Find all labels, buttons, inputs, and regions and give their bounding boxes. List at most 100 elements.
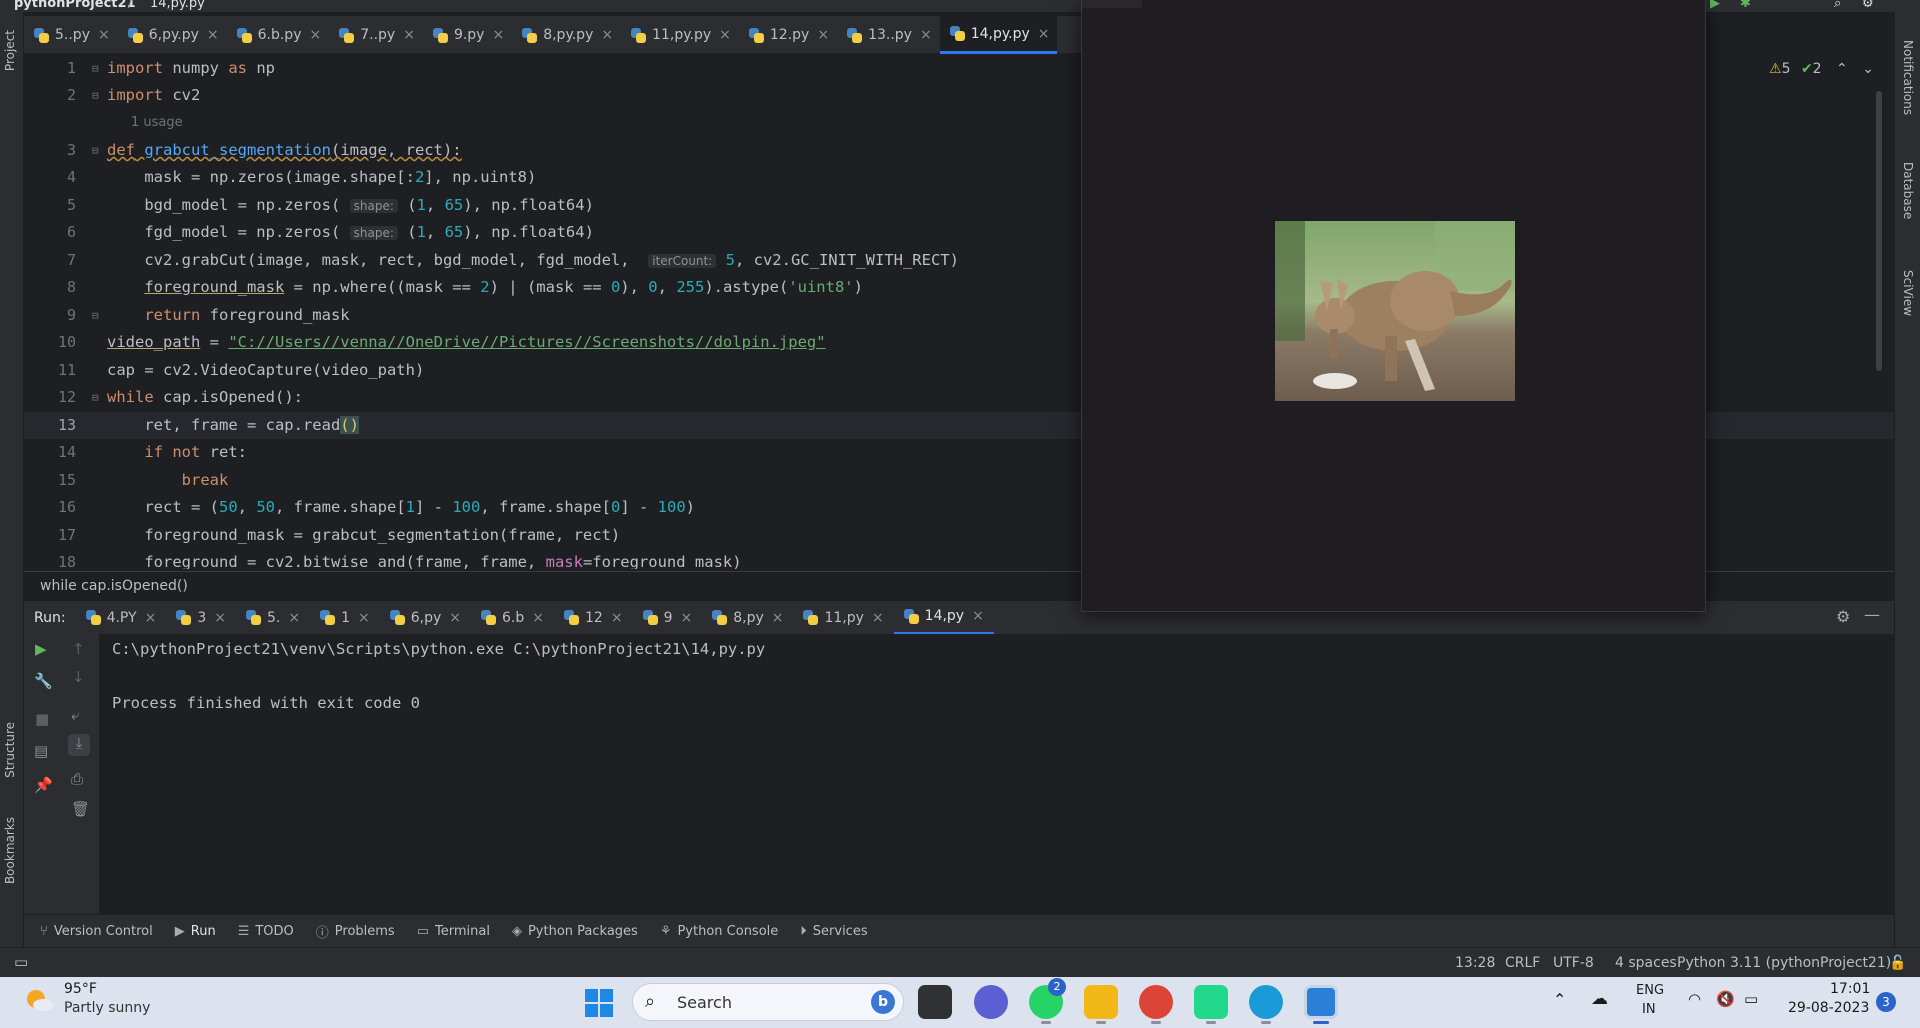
editor-tab[interactable]: 6.b.py ×	[227, 16, 330, 54]
fold-icon[interactable]: ⊟	[92, 137, 99, 164]
weather-icon[interactable]	[24, 985, 54, 1015]
editor-tab[interactable]: 13..py ×	[837, 16, 940, 54]
notifications-tool-button[interactable]: Notifications	[1901, 40, 1915, 115]
indent-setting[interactable]: 4 spaces	[1615, 955, 1677, 971]
arrow-down-icon[interactable]: ↓	[72, 668, 85, 686]
run-tab[interactable]: 1 ×	[310, 601, 380, 635]
services-tab[interactable]: ⏵ Services	[800, 924, 867, 939]
layout-icon[interactable]: ▤	[34, 742, 48, 760]
project-tool-button[interactable]: Project	[3, 30, 17, 71]
run-tab[interactable]: 5. ×	[236, 601, 310, 635]
fold-icon[interactable]: ⊟	[92, 384, 99, 411]
close-icon[interactable]: ×	[98, 27, 110, 43]
file-encoding[interactable]: UTF-8	[1553, 955, 1594, 971]
teams-chat-icon[interactable]	[974, 985, 1008, 1019]
chevron-up-icon[interactable]: ⌃	[1553, 990, 1566, 1009]
close-icon[interactable]: ×	[1038, 26, 1050, 42]
run-console[interactable]: C:\pythonProject21\venv\Scripts\python.e…	[100, 634, 1894, 914]
terminal-tab[interactable]: ▭ Terminal	[417, 924, 490, 939]
run-tab-active[interactable]: 14,py ×	[893, 601, 994, 635]
bookmarks-tool-button[interactable]: Bookmarks	[3, 817, 17, 884]
window-icon[interactable]: ▭	[14, 953, 28, 971]
close-icon[interactable]: ×	[872, 610, 884, 626]
notification-badge[interactable]: 3	[1876, 992, 1896, 1012]
close-icon[interactable]: ×	[601, 27, 613, 43]
image-preview-window[interactable]	[1081, 0, 1706, 612]
close-icon[interactable]: ×	[403, 27, 415, 43]
structure-tool-button[interactable]: Structure	[3, 722, 17, 778]
editor-tab[interactable]: 8,py.py ×	[512, 16, 621, 54]
close-icon[interactable]: ×	[288, 610, 300, 626]
fold-icon[interactable]: ⊟	[92, 302, 99, 329]
clock-time[interactable]: 17:01	[1830, 981, 1870, 997]
run-icon[interactable]: ▶	[1710, 0, 1720, 11]
close-icon[interactable]: ×	[358, 610, 370, 626]
editor-tab[interactable]: 5..py ×	[24, 16, 118, 54]
lock-icon[interactable]: 🔓	[1889, 955, 1906, 971]
debug-icon[interactable]: ✱	[1740, 0, 1751, 11]
close-icon[interactable]: ×	[920, 27, 932, 43]
sciview-tool-button[interactable]: SciView	[1901, 270, 1915, 316]
close-icon[interactable]: ×	[719, 27, 731, 43]
close-icon[interactable]: ×	[207, 27, 219, 43]
todo-tab[interactable]: ☰ TODO	[238, 924, 294, 939]
file-explorer-icon[interactable]	[1084, 985, 1118, 1019]
run-tab[interactable]: 8,py ×	[702, 601, 793, 635]
editor-tab[interactable]: 6,py.py ×	[118, 16, 227, 54]
minimize-icon[interactable]: —	[1864, 605, 1880, 624]
title-file-name[interactable]: 14,py.py	[150, 0, 205, 11]
editor-tab[interactable]: 11,py.py ×	[621, 16, 739, 54]
windows-start-icon[interactable]	[585, 989, 613, 1017]
arrow-up-icon[interactable]: ↑	[72, 640, 85, 658]
run-tool-tab[interactable]: ▶ Run	[175, 924, 216, 939]
database-tool-button[interactable]: Database	[1901, 162, 1915, 219]
run-tab[interactable]: 3 ×	[166, 601, 236, 635]
rerun-icon[interactable]: ▶	[35, 640, 47, 658]
chrome-icon[interactable]	[1139, 985, 1173, 1019]
taskbar-search[interactable]: ⌕ Search b	[632, 983, 904, 1021]
close-icon[interactable]: ×	[817, 27, 829, 43]
editor-tab[interactable]: 9.py ×	[423, 16, 512, 54]
python-packages-tab[interactable]: ◈ Python Packages	[512, 924, 638, 939]
weather-temp[interactable]: 95°F	[64, 981, 97, 997]
editor-tab[interactable]: 7..py ×	[329, 16, 423, 54]
breadcrumb-item[interactable]: while cap.isOpened()	[40, 578, 188, 594]
close-icon[interactable]: ×	[214, 610, 226, 626]
stop-icon[interactable]: ■	[35, 710, 49, 728]
run-tab[interactable]: 4.PY ×	[76, 601, 167, 635]
onedrive-icon[interactable]: ☁	[1591, 989, 1608, 1009]
version-control-tab[interactable]: ⑂ Version Control	[40, 924, 153, 939]
pin-icon[interactable]: 📌	[34, 776, 53, 794]
run-tab[interactable]: 11,py ×	[793, 601, 893, 635]
run-tab[interactable]: 12 ×	[554, 601, 633, 635]
wifi-icon[interactable]: ◠	[1688, 990, 1701, 1008]
project-name[interactable]: pythonProject21	[14, 0, 136, 11]
search-everywhere-icon[interactable]: ⌕	[1834, 0, 1841, 11]
gear-icon[interactable]: ⚙	[1836, 607, 1850, 626]
python-console-tab[interactable]: ⚘ Python Console	[660, 924, 778, 939]
caret-position[interactable]: 13:28	[1455, 955, 1495, 971]
close-icon[interactable]: ×	[145, 610, 157, 626]
wrench-icon[interactable]: 🔧	[34, 672, 53, 690]
fold-icon[interactable]: ⊟	[92, 82, 99, 109]
close-icon[interactable]: ×	[449, 610, 461, 626]
close-icon[interactable]: ×	[680, 610, 692, 626]
settings-icon[interactable]: ⚙	[1862, 0, 1874, 11]
battery-icon[interactable]: ▭	[1744, 990, 1758, 1008]
line-separator[interactable]: CRLF	[1505, 955, 1540, 971]
close-icon[interactable]: ×	[532, 610, 544, 626]
run-tab[interactable]: 9 ×	[633, 601, 703, 635]
close-icon[interactable]: ×	[309, 27, 321, 43]
close-icon[interactable]: ×	[492, 27, 504, 43]
task-view-icon[interactable]	[918, 985, 952, 1019]
photos-icon[interactable]	[1304, 985, 1338, 1019]
close-icon[interactable]: ×	[611, 610, 623, 626]
volume-muted-icon[interactable]: 🔇	[1716, 990, 1735, 1008]
weather-desc[interactable]: Partly sunny	[64, 1000, 150, 1016]
close-icon[interactable]: ×	[972, 608, 984, 624]
trash-icon[interactable]: 🗑	[71, 800, 90, 818]
print-icon[interactable]: ⎙	[71, 770, 83, 788]
problems-tab[interactable]: ⓘ Problems	[316, 922, 395, 941]
close-icon[interactable]: ×	[772, 610, 784, 626]
run-tab[interactable]: 6.b ×	[471, 601, 554, 635]
